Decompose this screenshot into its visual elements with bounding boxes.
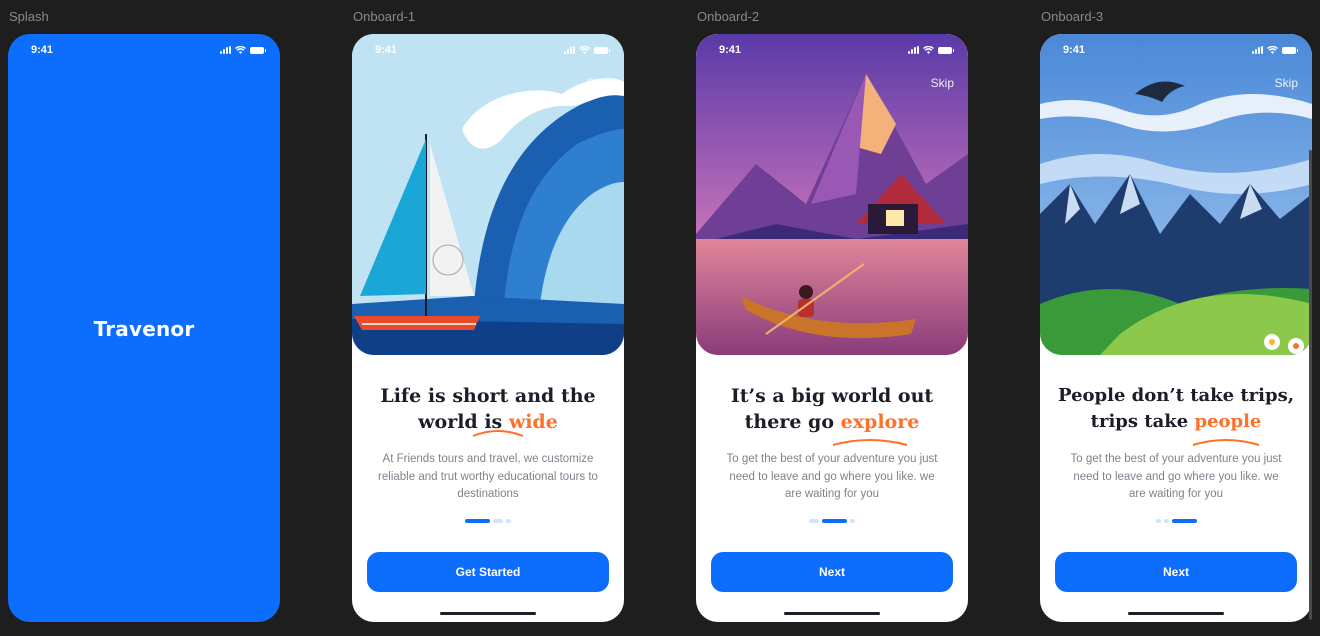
hero-illustration-mountains-eagle: [1040, 34, 1312, 355]
page-indicator: [1040, 519, 1312, 523]
title-line-1: Life is short and the: [380, 385, 596, 407]
page-dot-1: [809, 519, 819, 523]
wifi-icon: [579, 46, 590, 54]
wifi-icon: [1267, 46, 1278, 54]
hero-illustration-mountain-lake: [696, 34, 968, 355]
cellular-signal-icon: [908, 46, 919, 54]
wifi-icon: [923, 46, 934, 54]
onboard-description: At Friends tours and travel, we customiz…: [378, 453, 598, 500]
page-dot-1: [1155, 519, 1161, 523]
onboard-2-screen: 9:41 Skip It’s a big world out there go …: [696, 34, 968, 622]
onboard-description: To get the best of your adventure you ju…: [726, 453, 938, 500]
page-dot-2: [822, 519, 847, 523]
next-button[interactable]: Next: [1055, 552, 1297, 592]
home-indicator: [1128, 612, 1224, 615]
title-line-2-prefix: trips take: [1090, 411, 1195, 432]
title-line-1: People don’t take trips,: [1058, 385, 1294, 406]
home-indicator: [440, 612, 536, 615]
status-bar: 9:41: [696, 34, 968, 64]
frame-label-onboard-1: Onboard-1: [353, 9, 416, 24]
battery-icon: [594, 46, 610, 54]
status-time: 9:41: [1063, 44, 1086, 56]
accent-swoosh-icon: [472, 430, 524, 437]
page-dot-2: [493, 519, 503, 523]
title-line-2: there go explore: [696, 409, 968, 435]
onboard-3-screen: 9:41 Skip People don’t take trips, trips…: [1040, 34, 1312, 622]
hero-illustration-sailboat: [352, 34, 624, 355]
title-line-2-prefix: there go: [744, 411, 841, 433]
battery-icon: [1282, 46, 1298, 54]
onboard-description: To get the best of your adventure you ju…: [1070, 453, 1282, 500]
title-accent-word: people: [1194, 411, 1262, 432]
page-dot-3: [506, 519, 511, 523]
skip-button[interactable]: Skip: [931, 76, 954, 90]
status-bar: 9:41: [1040, 34, 1312, 64]
status-bar: 9:41: [8, 34, 280, 64]
cellular-signal-icon: [564, 46, 575, 54]
page-dot-3: [850, 519, 855, 523]
page-dot-3: [1171, 519, 1197, 523]
status-time: 9:41: [375, 44, 398, 56]
wifi-icon: [235, 46, 246, 54]
page-dot-1: [465, 519, 490, 523]
status-time: 9:41: [719, 44, 742, 56]
home-indicator: [784, 612, 880, 615]
onboard-title: It’s a big world out there go explore: [696, 383, 968, 435]
battery-icon: [250, 46, 266, 54]
next-button[interactable]: Next: [711, 552, 953, 592]
canvas-scrollbar[interactable]: [1309, 150, 1312, 620]
frame-label-onboard-2: Onboard-2: [697, 9, 760, 24]
title-accent-word: explore: [840, 411, 920, 433]
accent-swoosh-icon: [832, 439, 908, 446]
skip-button[interactable]: Skip: [1275, 76, 1298, 90]
skip-button[interactable]: Skip: [587, 76, 610, 90]
page-indicator: [352, 519, 624, 523]
frame-label-onboard-3: Onboard-3: [1041, 9, 1104, 24]
page-dot-2: [1163, 519, 1169, 523]
splash-screen: 9:41 Travenor: [8, 34, 280, 622]
title-line-2: trips take people: [1040, 409, 1312, 435]
accent-swoosh-icon: [1192, 439, 1260, 446]
cellular-signal-icon: [1252, 46, 1263, 54]
onboard-1-screen: 9:41 Skip Life is short and the world is…: [352, 34, 624, 622]
cellular-signal-icon: [220, 46, 231, 54]
page-indicator: [696, 519, 968, 523]
battery-icon: [938, 46, 954, 54]
status-time: 9:41: [31, 44, 54, 56]
onboard-title: People don’t take trips, trips take peop…: [1040, 383, 1312, 435]
brand-logo: Travenor: [93, 317, 195, 341]
title-line-1: It’s a big world out: [730, 385, 934, 407]
get-started-button[interactable]: Get Started: [367, 552, 609, 592]
status-bar: 9:41: [352, 34, 624, 64]
frame-label-splash: Splash: [9, 9, 49, 24]
